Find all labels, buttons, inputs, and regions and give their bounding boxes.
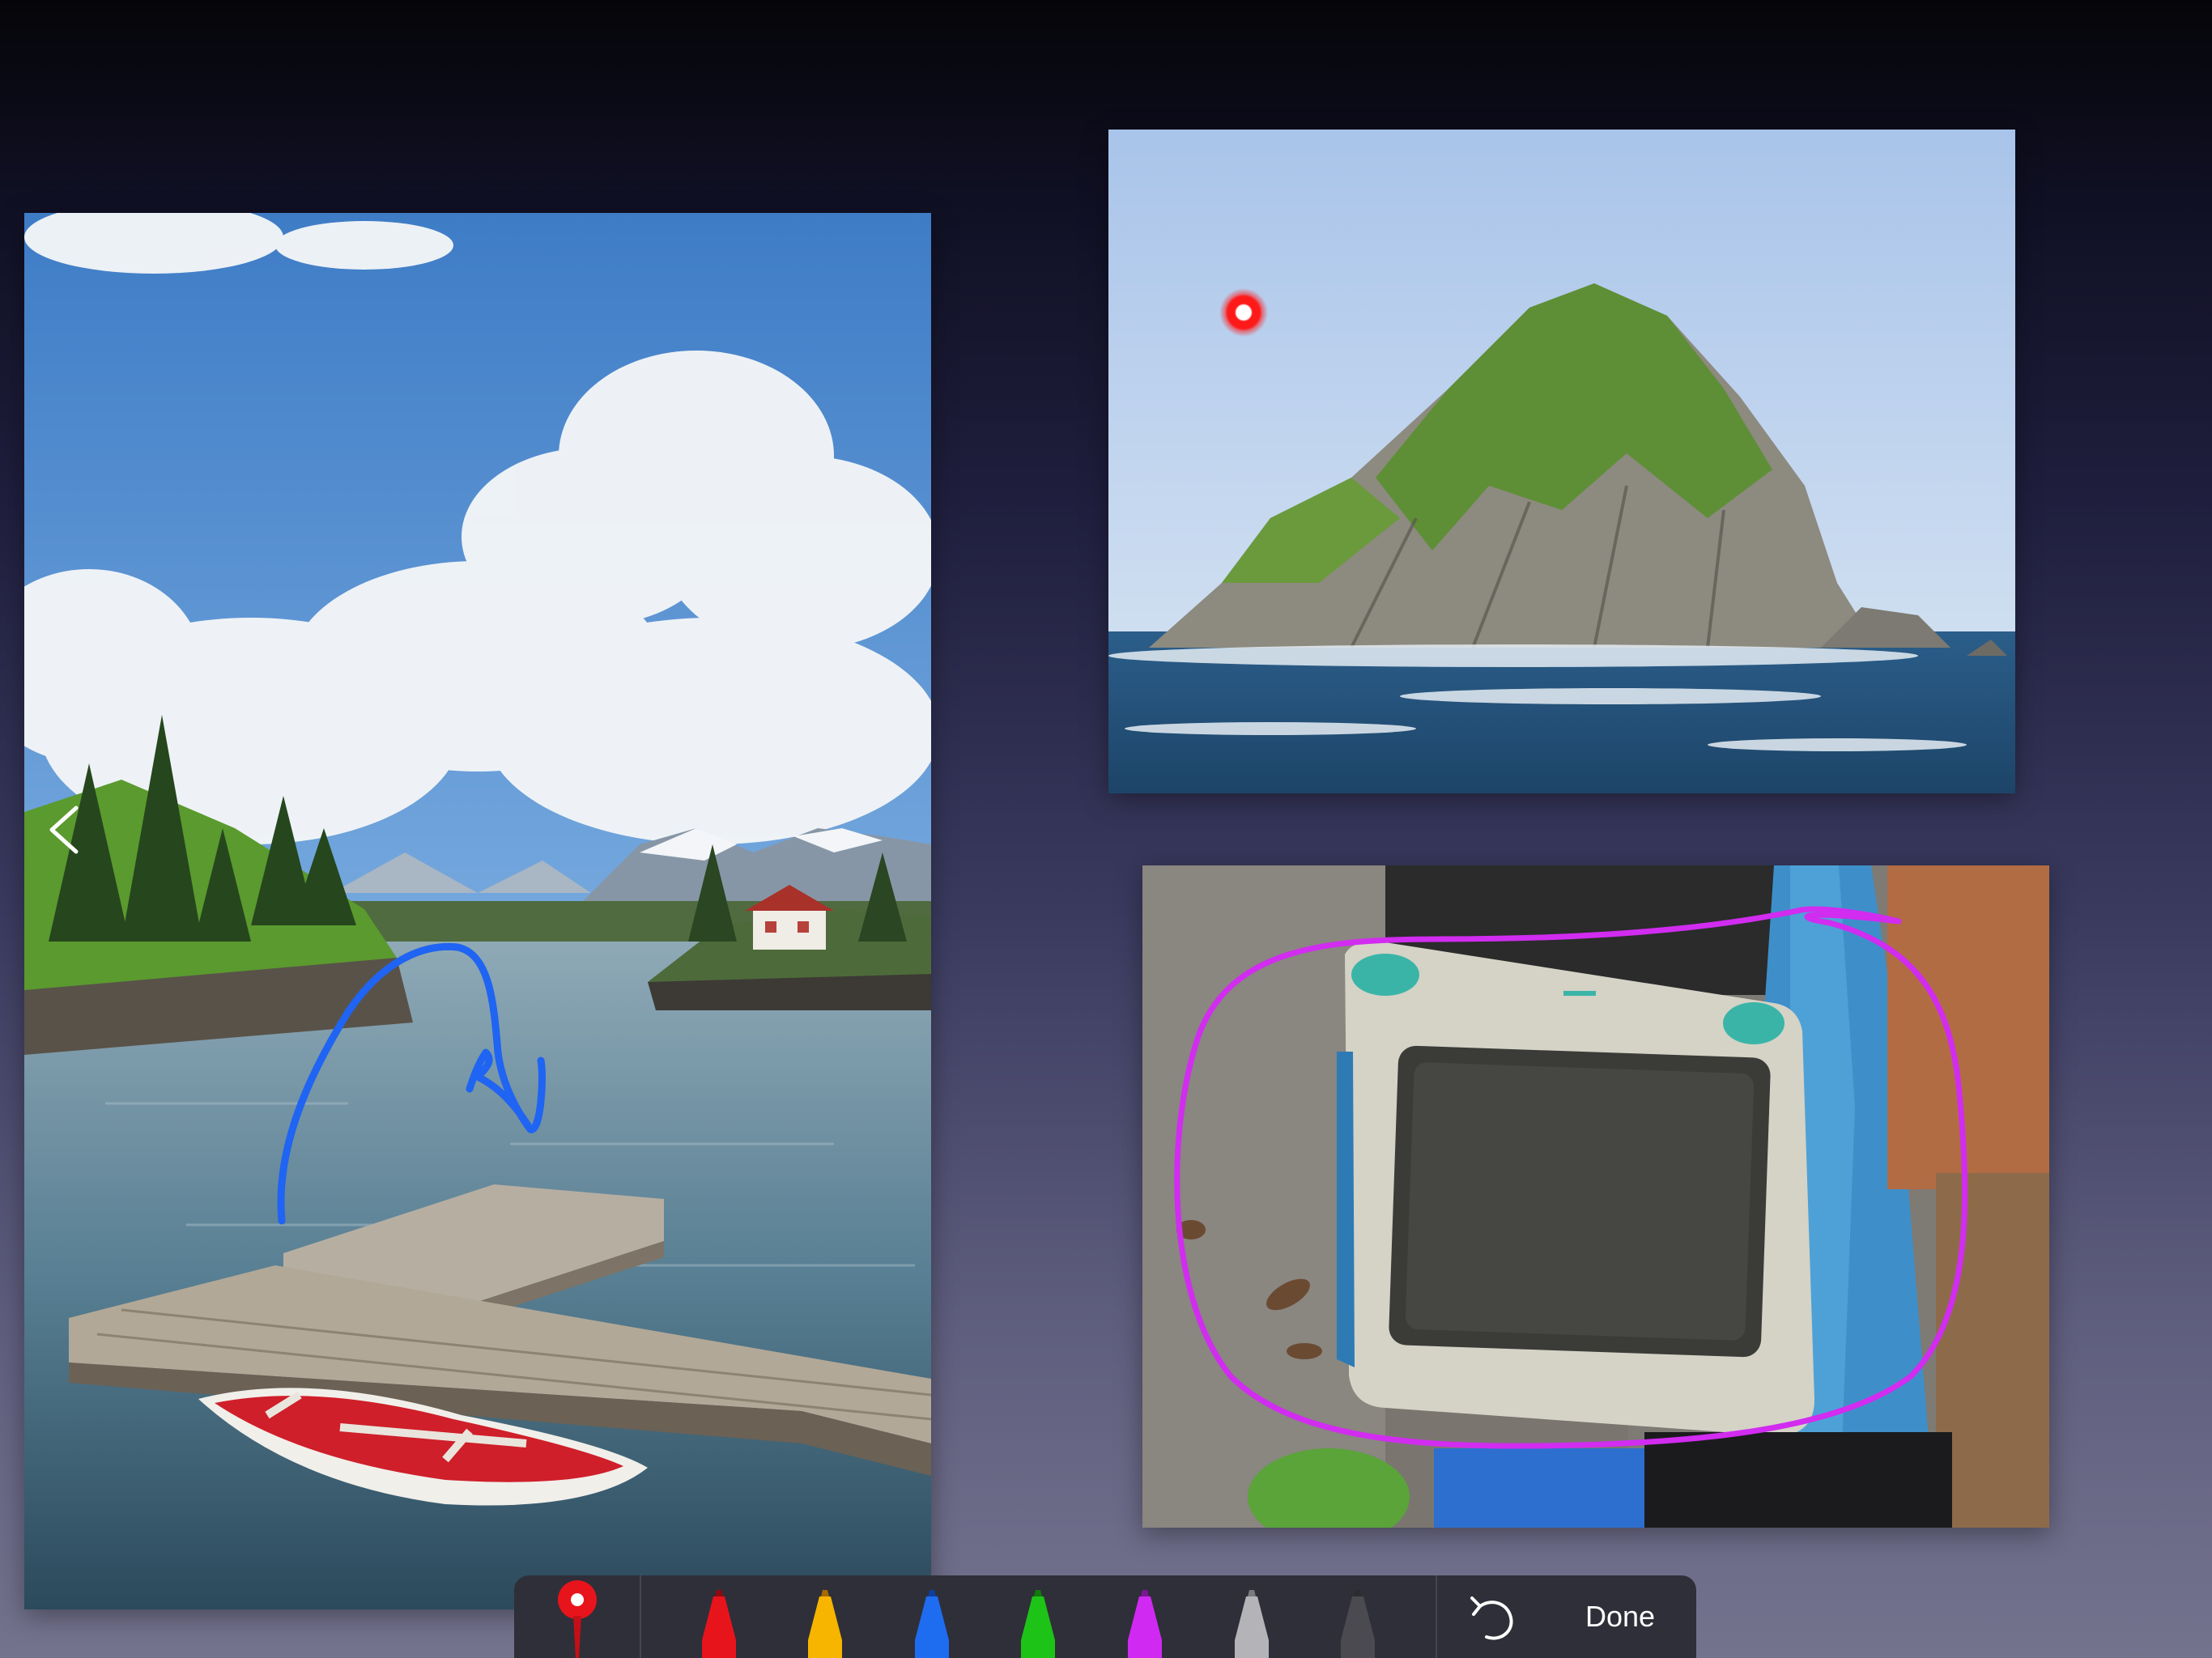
marker-icon	[1234, 1590, 1269, 1658]
marker-icon	[701, 1590, 736, 1658]
island-photo	[1108, 130, 2015, 793]
purple-marker[interactable]	[1117, 1584, 1173, 1658]
laser-pointer-tool[interactable]	[514, 1575, 640, 1658]
laser-pointer-dot	[1219, 288, 1268, 337]
laser-pointer-icon	[557, 1580, 597, 1658]
green-marker[interactable]	[1010, 1584, 1066, 1658]
blue-marker[interactable]	[904, 1584, 960, 1658]
marker-icon	[1021, 1590, 1056, 1658]
red-marker[interactable]	[691, 1584, 747, 1658]
marker-icon	[1341, 1590, 1376, 1658]
undo-button[interactable]	[1462, 1588, 1519, 1645]
done-button[interactable]: Done	[1569, 1592, 1671, 1642]
chevron-left-icon[interactable]	[36, 793, 92, 866]
harbor-photo	[24, 213, 931, 1609]
imac-photo	[1142, 865, 2049, 1528]
dark-gray-marker[interactable]	[1329, 1584, 1386, 1658]
marker-palette	[641, 1575, 1436, 1658]
marker-icon	[1128, 1590, 1163, 1658]
light-gray-marker[interactable]	[1223, 1584, 1280, 1658]
marker-icon	[914, 1590, 949, 1658]
undo-arrow-icon	[1470, 1596, 1513, 1640]
yellow-marker[interactable]	[797, 1584, 853, 1658]
drawing-toolbar: Done	[514, 1575, 1696, 1658]
toolbar-actions: Done	[1437, 1575, 1696, 1658]
marker-icon	[808, 1590, 843, 1658]
